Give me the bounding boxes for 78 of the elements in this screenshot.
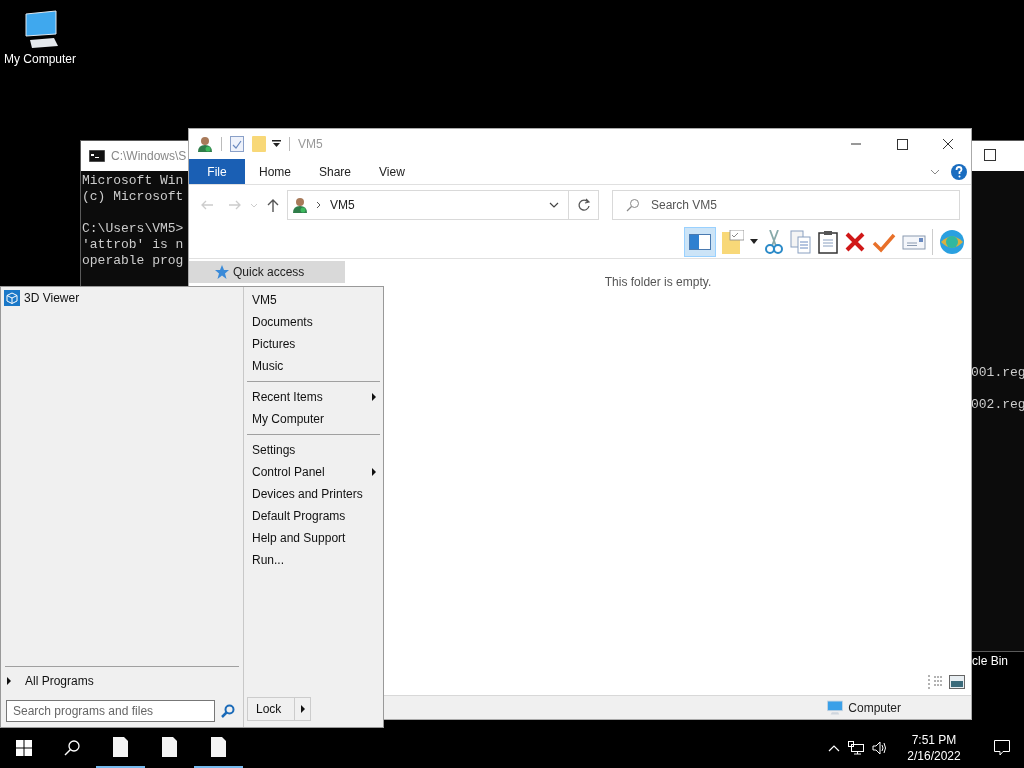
windows-icon [16, 740, 32, 756]
address-text: VM5 [330, 197, 356, 214]
envelope-icon[interactable] [902, 232, 926, 251]
options-button[interactable] [295, 697, 311, 721]
star-icon [215, 265, 229, 279]
menu-item[interactable]: Help and Support [247, 527, 380, 549]
all-programs-item[interactable]: All Programs [1, 667, 243, 695]
window-title: C:\Windows\S [111, 148, 187, 165]
console-line: operable prog [82, 253, 184, 269]
dropdown-icon [548, 200, 560, 210]
menu-item[interactable]: My Computer [247, 408, 380, 430]
ribbon-tab[interactable]: Share [305, 159, 366, 184]
search-icon[interactable] [221, 704, 235, 718]
program-item[interactable]: 3D Viewer [4, 289, 243, 307]
clock-button[interactable]: 7:51 PM 2/16/2022 [896, 732, 972, 764]
time-text: 7:51 PM [911, 732, 957, 748]
triangle-right-icon [7, 677, 11, 685]
address-bar[interactable]: VM5 [287, 190, 569, 220]
menu-item[interactable]: Recent Items [247, 386, 380, 408]
menu-item[interactable]: Run... [247, 549, 380, 571]
console-icon [89, 150, 105, 162]
scissors-icon[interactable] [764, 229, 784, 254]
menu-item[interactable]: Music [247, 355, 380, 377]
empty-folder-message: This folder is empty. [604, 274, 712, 291]
menu-item[interactable]: Settings [247, 439, 380, 461]
ribbon-tab[interactable]: View [365, 159, 419, 184]
refresh-button[interactable] [569, 190, 599, 220]
preview-pane-button[interactable] [684, 226, 716, 257]
large-icons-view-icon[interactable] [949, 675, 965, 689]
computer-icon [826, 699, 845, 716]
clipboard-icon[interactable] [818, 229, 838, 254]
network-icon[interactable] [848, 741, 864, 755]
dropdown-icon[interactable] [272, 139, 281, 149]
search-icon [64, 740, 80, 756]
dropdown-icon[interactable] [750, 238, 758, 245]
search-icon [626, 198, 640, 212]
triangle-right-icon [300, 705, 305, 713]
console-line: C:\Users\VM5> [82, 221, 184, 237]
console-line: 'attrob' is n [82, 237, 184, 253]
nav-item[interactable]: Quick access [189, 261, 345, 283]
menu-item[interactable]: Documents [247, 311, 380, 333]
console-line: 002.reg [971, 397, 1024, 413]
chevron-right-icon [316, 200, 322, 210]
file-tab[interactable]: File [189, 159, 245, 184]
user-icon[interactable] [197, 136, 213, 152]
delete-icon[interactable] [844, 230, 866, 253]
message-icon [994, 740, 1010, 756]
up-icon[interactable] [265, 197, 281, 213]
volume-icon[interactable] [872, 741, 888, 755]
pane-icon [689, 233, 711, 250]
search-field[interactable]: Search programs and files [6, 700, 215, 722]
menu-item[interactable]: Pictures [247, 333, 380, 355]
triangle-right-icon [372, 468, 376, 476]
icon-label[interactable]: cle Bin [972, 652, 1009, 670]
chevron-up-icon[interactable] [828, 744, 840, 752]
date-text: 2/16/2022 [907, 748, 961, 764]
window-title: VM5 [298, 136, 323, 153]
lock-button[interactable]: Lock [247, 697, 295, 721]
document-check-icon[interactable] [230, 136, 244, 152]
status-text: Computer [848, 699, 901, 717]
user-icon [292, 197, 308, 213]
refresh-icon [576, 198, 591, 212]
globe-icon[interactable] [939, 228, 965, 255]
document-icon [162, 737, 177, 757]
menu-item[interactable]: Default Programs [247, 505, 380, 527]
document-icon [113, 737, 128, 757]
cube-icon [4, 290, 20, 306]
ribbon-tab[interactable]: Home [245, 159, 305, 184]
icon-label[interactable]: My Computer [4, 52, 76, 66]
menu-item[interactable]: Control Panel [247, 461, 380, 483]
console-line: 001.reg [971, 365, 1024, 381]
menu-item[interactable]: VM5 [247, 289, 380, 311]
triangle-right-icon [372, 393, 376, 401]
document-icon [211, 737, 226, 757]
console-line: Microsoft Win [82, 173, 184, 189]
maximize-icon[interactable] [984, 149, 996, 161]
console-line: (c) Microsoft [82, 189, 184, 205]
menu-item[interactable]: Devices and Printers [247, 483, 380, 505]
